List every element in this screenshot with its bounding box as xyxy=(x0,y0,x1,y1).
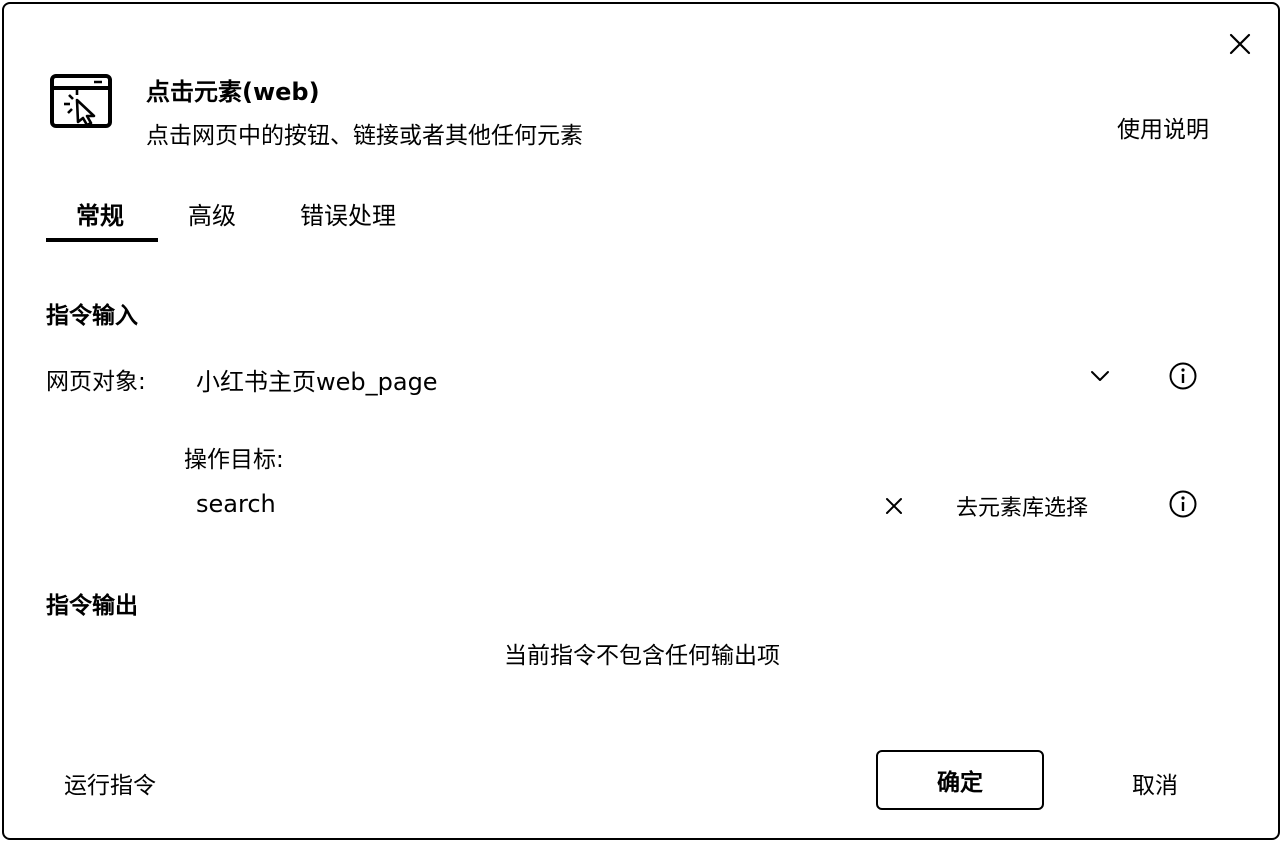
target-info-icon[interactable] xyxy=(1168,489,1198,519)
run-command-button[interactable]: 运行指令 xyxy=(64,766,156,800)
target-value: search xyxy=(196,490,276,518)
web-object-info-icon[interactable] xyxy=(1168,361,1198,391)
cursor-click-window-icon xyxy=(48,72,114,130)
tab-error-handling[interactable]: 错误处理 xyxy=(300,196,396,231)
web-object-label: 网页对象: xyxy=(46,369,146,395)
element-library-link[interactable]: 去元素库选择 xyxy=(956,490,1088,522)
output-section-heading: 指令输出 xyxy=(46,593,138,619)
web-object-value: 小红书主页web_page xyxy=(196,368,438,396)
active-tab-indicator xyxy=(46,238,158,242)
target-label: 操作目标: xyxy=(184,447,284,473)
help-link[interactable]: 使用说明 xyxy=(1117,110,1209,144)
tab-bar: 常规 高级 错误处理 xyxy=(46,190,446,242)
dialog-subtitle: 点击网页中的按钮、链接或者其他任何元素 xyxy=(146,123,583,149)
input-section-heading: 指令输入 xyxy=(46,303,138,329)
dialog-title: 点击元素(web) xyxy=(146,78,320,106)
confirm-button-label: 确定 xyxy=(937,770,983,796)
chevron-down-icon xyxy=(1088,364,1112,388)
target-input[interactable]: search xyxy=(184,484,924,528)
clear-icon[interactable] xyxy=(882,494,906,518)
confirm-button[interactable]: 确定 xyxy=(876,750,1044,810)
close-icon[interactable] xyxy=(1222,26,1258,62)
tab-general[interactable]: 常规 xyxy=(76,196,124,231)
tab-advanced[interactable]: 高级 xyxy=(188,196,236,231)
web-object-select[interactable]: 小红书主页web_page xyxy=(184,354,1128,398)
empty-output-text: 当前指令不包含任何输出项 xyxy=(504,643,780,669)
cancel-button[interactable]: 取消 xyxy=(1132,766,1178,800)
